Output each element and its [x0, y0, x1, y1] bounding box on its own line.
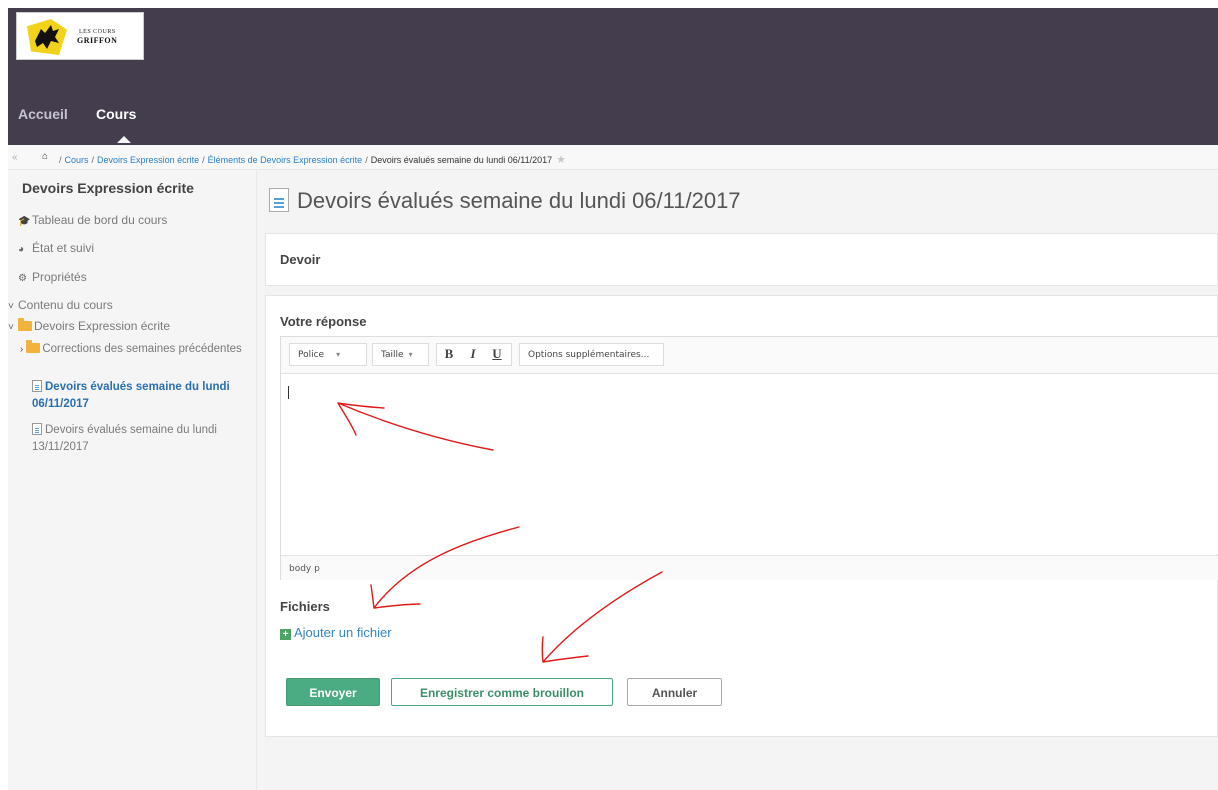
folder-icon [26, 340, 41, 353]
page-title-text: Devoirs évalués semaine du lundi 06/11/2… [297, 188, 741, 213]
tree-folder-devoirs[interactable]: ˅ Devoirs Expression écrite [8, 318, 171, 333]
sidebar-item-label: Propriétés [32, 270, 87, 284]
response-card: Votre réponse Police ▾ Taille ▾ BIU Option… [265, 295, 1218, 737]
assignment-document-icon [269, 188, 289, 212]
graduation-cap-icon: 🎓 [18, 216, 31, 227]
breadcrumb-cours[interactable]: Cours [65, 155, 89, 165]
griffin-icon [35, 25, 59, 49]
logo-line-1: LES COURS [79, 29, 116, 35]
breadcrumb-current: Devoirs évalués semaine du lundi 06/11/2… [370, 155, 553, 165]
send-button[interactable]: Envoyer [286, 678, 380, 706]
breadcrumb-elements[interactable]: Éléments de Devoirs Expression écrite [208, 155, 363, 165]
sidebar-title: Devoirs Expression écrite [22, 180, 194, 196]
page-title: Devoirs évalués semaine du lundi 06/11/2… [269, 188, 741, 214]
tree-label: Devoirs évalués semaine du lundi 13/11/2… [32, 424, 217, 453]
main-content: Devoirs évalués semaine du lundi 06/11/2… [257, 170, 1218, 790]
editor-path: body p [281, 555, 1218, 580]
tree-label: Corrections des semaines précédentes [42, 343, 242, 355]
tree-label: Contenu du cours [18, 298, 113, 312]
bold-button[interactable]: B [437, 346, 461, 362]
add-file-link[interactable]: + Ajouter un fichier [280, 625, 392, 640]
tree-course-content[interactable]: ˅ Contenu du cours [8, 298, 113, 312]
home-icon[interactable]: ⌂ [42, 151, 48, 162]
gear-icon: ⚙ [18, 273, 27, 284]
font-select[interactable]: Police ▾ [289, 343, 367, 366]
breadcrumb-devoirs[interactable]: Devoirs Expression écrite [97, 155, 199, 165]
tree-label: Devoirs évalués semaine du lundi 06/11/2… [32, 381, 230, 410]
pie-chart-icon: ◕ [18, 244, 25, 255]
assignment-card: Devoir [265, 233, 1218, 286]
plus-icon: + [280, 629, 291, 640]
response-label: Votre réponse [280, 314, 367, 329]
dropdown-arrow-icon: ▾ [408, 350, 413, 359]
top-header: LES COURS GRIFFON Accueil Cours [8, 8, 1218, 145]
italic-button[interactable]: I [461, 346, 485, 362]
format-buttons: BIU [436, 343, 512, 366]
editor-toolbar: Police ▾ Taille ▾ BIU Options supplémentai… [281, 337, 1218, 374]
section-heading: Devoir [280, 252, 321, 267]
chevron-down-icon: ˅ [8, 322, 14, 333]
more-options-button[interactable]: Options supplémentaires... [519, 343, 664, 366]
favorite-star-icon[interactable]: ★ [556, 154, 566, 166]
tree-folder-corrections[interactable]: › Corrections des semaines précédentes [20, 340, 242, 358]
text-caret [288, 386, 289, 399]
document-icon [32, 380, 42, 392]
collapse-sidebar-icon[interactable]: « [12, 152, 18, 163]
tree-item-next-assignment[interactable]: Devoirs évalués semaine du lundi 13/11/2… [32, 422, 254, 456]
rich-text-editor: Police ▾ Taille ▾ BIU Options supplémentai… [280, 336, 1218, 580]
site-logo[interactable]: LES COURS GRIFFON [16, 12, 144, 60]
logo-line-2: GRIFFON [77, 36, 118, 45]
editor-content-area[interactable] [281, 374, 1218, 554]
breadcrumb-trail: / Cours / Devoirs Expression écrite / Élément… [59, 154, 567, 166]
tree-label: Devoirs Expression écrite [34, 319, 171, 333]
tree-item-active-assignment[interactable]: Devoirs évalués semaine du lundi 06/11/2… [32, 379, 254, 413]
active-nav-indicator [117, 136, 131, 143]
document-icon [32, 423, 42, 435]
dropdown-arrow-icon: ▾ [336, 350, 341, 359]
course-sidebar: Devoirs Expression écrite 🎓 Tableau de bo… [8, 170, 257, 790]
nav-accueil[interactable]: Accueil [18, 106, 68, 122]
chevron-right-icon: › [20, 344, 24, 355]
add-file-label: Ajouter un fichier [294, 625, 392, 640]
sidebar-item-status[interactable]: ◕ État et suivi [18, 241, 94, 255]
size-select-label: Taille [381, 350, 404, 360]
underline-button[interactable]: U [485, 346, 509, 362]
files-label: Fichiers [280, 599, 330, 614]
save-draft-button[interactable]: Enregistrer comme brouillon [391, 678, 613, 706]
sidebar-item-dashboard[interactable]: 🎓 Tableau de bord du cours [18, 213, 167, 227]
chevron-down-icon: ˅ [8, 301, 14, 312]
size-select[interactable]: Taille ▾ [372, 343, 429, 366]
cancel-button[interactable]: Annuler [627, 678, 722, 706]
folder-icon [18, 318, 32, 331]
sidebar-item-properties[interactable]: ⚙ Propriétés [18, 270, 87, 284]
breadcrumb: « ⌂ / Cours / Devoirs Expression écrite / Élé… [8, 145, 1218, 170]
nav-cours[interactable]: Cours [96, 106, 136, 122]
sidebar-item-label: Tableau de bord du cours [32, 213, 168, 227]
font-select-label: Police [298, 350, 325, 360]
sidebar-item-label: État et suivi [32, 241, 95, 255]
